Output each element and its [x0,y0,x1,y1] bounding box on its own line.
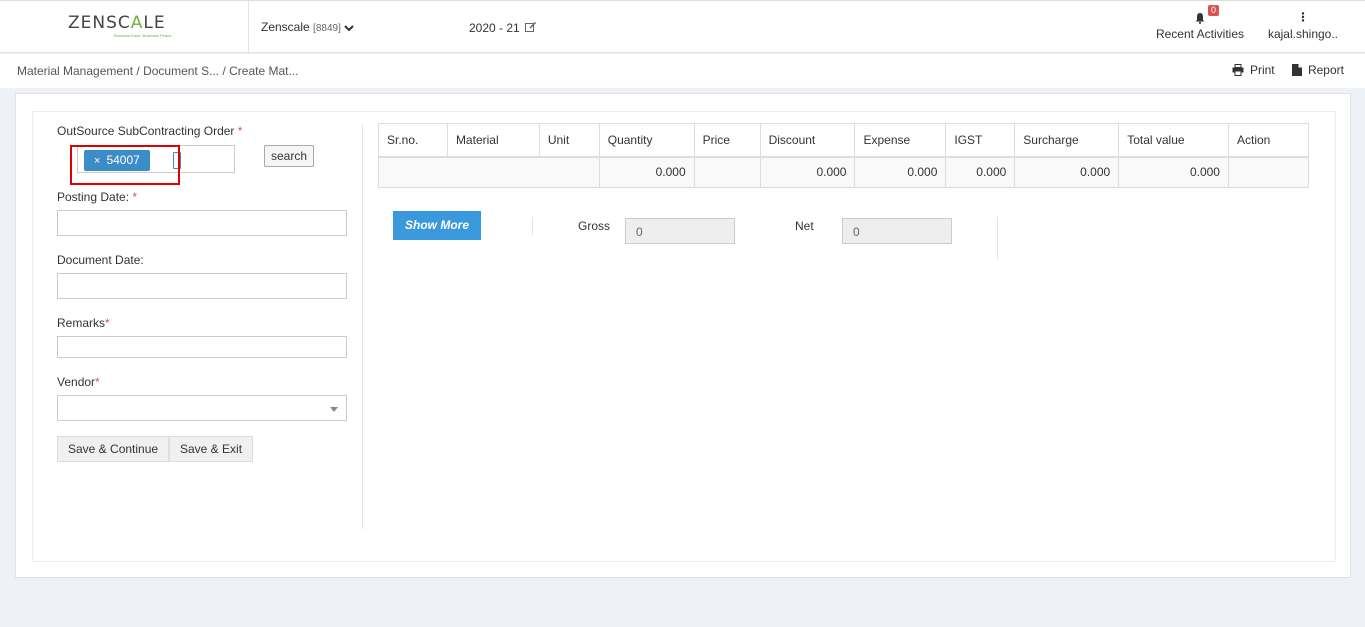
highlight-box [70,145,180,185]
top-bar: ZENSCALE Business Ease. Business Peace. … [0,0,1365,54]
col-discount: Discount [759,123,856,158]
vendor-label-text: Vendor [57,375,96,389]
company-code: [8849] [313,23,341,34]
total-price [693,156,761,188]
required-marker: * [105,316,110,330]
page-actions: Print Report [1218,63,1344,77]
col-igst: IGST [945,123,1016,158]
required-marker: * [95,375,100,389]
col-action: Action [1227,123,1310,158]
company-selector[interactable]: Zenscale [8849] [261,20,354,34]
logo-text: ZENSCALE [68,13,180,33]
total-expense: 0.000 [854,156,947,188]
breadcrumb-item[interactable]: Material Management [17,64,133,78]
total-discount: 0.000 [759,156,856,188]
total-value: 0.000 [1118,156,1229,188]
col-price: Price [693,123,761,158]
form-actions: Save & Continue Save & Exit [57,436,357,462]
col-unit: Unit [538,123,600,158]
user-menu[interactable]: ⋮ kajal.shingo.. [1265,11,1341,41]
total-surcharge: 0.000 [1014,156,1120,188]
zenscale-logo[interactable]: ZENSCALE Business Ease. Business Peace. [68,13,180,41]
summary-divider [997,217,998,259]
remarks-label-text: Remarks [57,316,106,330]
header-divider [248,1,249,54]
fiscal-year-label: 2020 - 21 [469,21,520,35]
net-label: Net [795,219,814,233]
required-marker: * [237,124,243,138]
required-marker: * [132,190,138,204]
document-date-label: Document Date: [57,253,144,267]
items-table: Sr.no. Material Unit Quantity Price Disc… [378,123,1310,188]
totals-row: 0.000 0.000 0.000 0.000 0.000 0.000 [378,156,1310,188]
fiscal-year[interactable]: 2020 - 21 [469,21,537,35]
logo-text-b: A [130,13,144,33]
vendor-select[interactable] [57,395,347,421]
gross-label: Gross [578,219,611,233]
col-surcharge: Surcharge [1014,123,1120,158]
summary-divider [532,217,533,235]
report-label: Report [1307,63,1344,77]
save-continue-button[interactable]: Save & Continue [57,436,170,462]
remarks-field: Remarks* [57,316,347,358]
file-icon [1291,64,1302,76]
col-expense: Expense [854,123,947,158]
breadcrumb: Material Management / Document S... / Cr… [17,64,298,78]
print-button[interactable]: Print [1232,63,1275,77]
print-icon [1232,64,1244,76]
gross-field: 0 [625,218,735,244]
remarks-input[interactable] [57,336,347,358]
posting-date-label-text: Posting Date: [57,190,130,204]
posting-date-field: Posting Date: * [57,190,347,236]
order-label-text: OutSource SubContracting Order [57,124,235,138]
main-panel: OutSource SubContracting Order * × 54007 … [15,93,1351,578]
user-name: kajal.shingo.. [1267,27,1339,41]
order-field: OutSource SubContracting Order * [57,124,242,138]
edit-icon[interactable] [525,21,537,33]
document-date-field: Document Date: [57,253,347,299]
col-material: Material [446,123,540,158]
company-name: Zenscale [261,20,310,34]
logo-text-a: ZENSC [68,13,131,33]
vendor-field: Vendor* [57,375,347,421]
breadcrumb-bar: Material Management / Document S... / Cr… [0,54,1365,88]
breadcrumb-item[interactable]: / Document S... [136,64,219,78]
notification-badge: 0 [1208,5,1220,16]
totals-blank-cell [378,156,600,188]
col-quantity: Quantity [598,123,695,158]
show-more-button[interactable]: Show More [393,211,481,240]
logo-tagline: Business Ease. Business Peace. [114,33,173,38]
search-button[interactable]: search [264,145,315,167]
column-divider [362,125,363,529]
logo-text-c: LE [143,13,166,33]
total-igst: 0.000 [945,156,1016,188]
breadcrumb-item: / Create Mat... [222,64,299,78]
recent-activities[interactable]: 0 Recent Activities [1150,5,1250,41]
bell-icon [1195,13,1205,24]
posting-date-label: Posting Date: * [57,190,347,204]
col-total-value: Total value [1118,123,1229,158]
total-quantity: 0.000 [598,156,695,188]
total-action [1227,156,1310,188]
col-sr-no: Sr.no. [378,123,448,158]
vendor-label: Vendor* [57,375,347,389]
order-label: OutSource SubContracting Order * [57,124,242,138]
chevron-down-icon [344,25,354,32]
recent-activities-label: Recent Activities [1155,27,1245,41]
posting-date-input[interactable] [57,210,347,236]
table-header-row: Sr.no. Material Unit Quantity Price Disc… [378,123,1310,158]
more-vertical-icon: ⋮ [1297,10,1309,24]
report-button[interactable]: Report [1291,63,1344,77]
net-field: 0 [842,218,952,244]
items-table-container: Sr.no. Material Unit Quantity Price Disc… [378,123,1310,188]
page-footer [0,618,1365,627]
document-date-input[interactable] [57,273,347,299]
print-label: Print [1249,63,1275,77]
save-exit-button[interactable]: Save & Exit [169,436,254,462]
remarks-label: Remarks* [57,316,347,330]
dropdown-arrow-icon [330,407,338,412]
